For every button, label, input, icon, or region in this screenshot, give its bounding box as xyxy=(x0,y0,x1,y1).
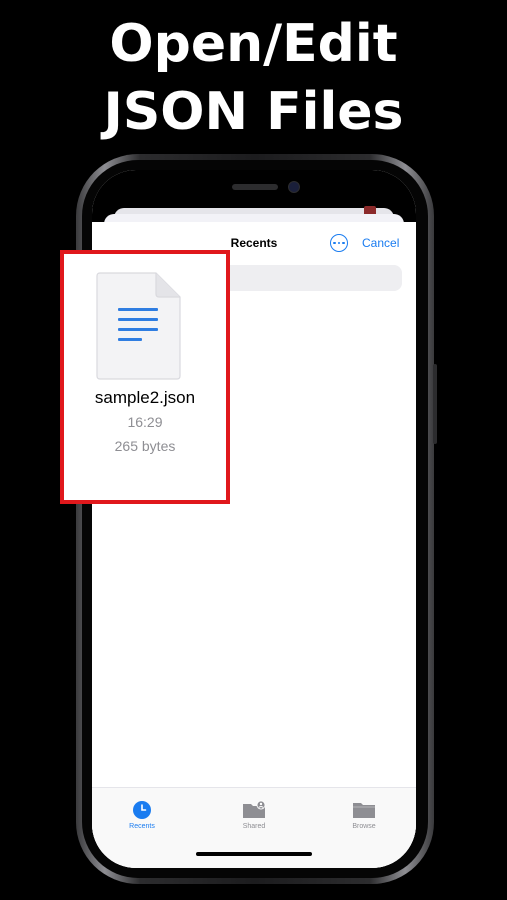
home-indicator[interactable] xyxy=(196,852,312,856)
tab-browse[interactable]: Browse xyxy=(324,800,404,830)
shared-folder-icon xyxy=(243,800,266,818)
power-button xyxy=(433,364,437,444)
file-size: 265 bytes xyxy=(114,438,176,454)
tab-label: Browse xyxy=(352,823,376,830)
tab-label: Shared xyxy=(242,823,266,830)
file-time: 16:29 xyxy=(127,414,163,430)
clock-icon xyxy=(133,801,151,819)
speaker-grille xyxy=(232,184,278,190)
tab-shared[interactable]: Shared xyxy=(214,800,294,830)
stage: Open/Edit JSON Files Recents Cancel Rece… xyxy=(0,0,507,900)
more-icon-dot xyxy=(337,241,341,245)
headline: Open/Edit JSON Files xyxy=(0,10,507,146)
file-name: sample2.json xyxy=(94,388,196,407)
headline-line-1: Open/Edit xyxy=(109,14,398,74)
folder-icon xyxy=(353,803,375,818)
more-options-button[interactable] xyxy=(330,234,348,252)
more-icon-dot xyxy=(342,241,345,245)
headline-line-2: JSON Files xyxy=(103,82,404,142)
tab-bar: Recents Shared Browse xyxy=(92,787,416,868)
more-icon-dot xyxy=(333,241,336,245)
cancel-button[interactable]: Cancel xyxy=(362,236,399,250)
highlighted-file-item[interactable]: sample2.json 16:29 265 bytes xyxy=(60,250,230,504)
tab-label: Recents xyxy=(129,823,155,830)
tab-recents[interactable]: Recents xyxy=(102,800,182,830)
document-icon xyxy=(96,272,181,380)
front-camera xyxy=(288,181,300,193)
